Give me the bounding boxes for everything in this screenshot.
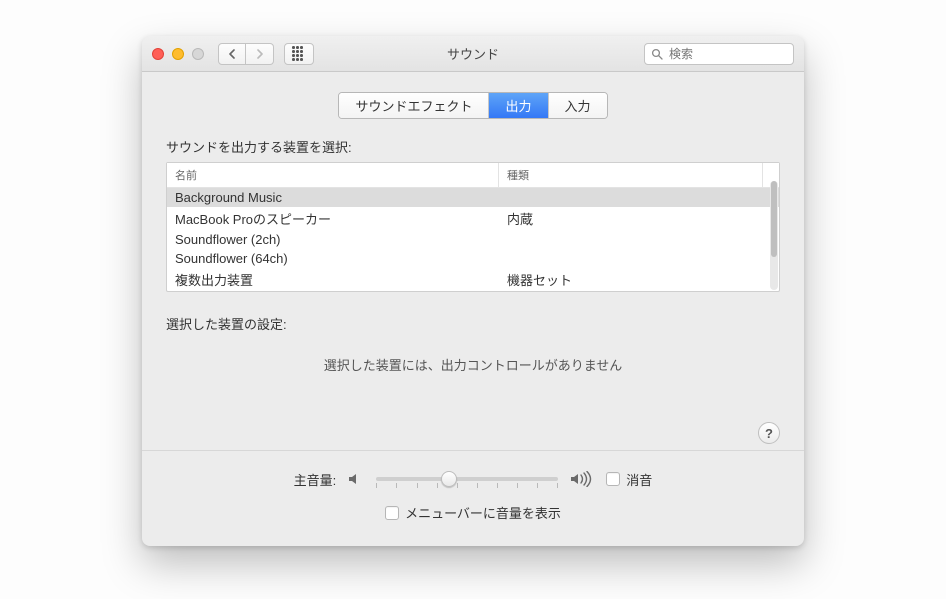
master-volume-slider[interactable] [376,469,558,489]
system-preferences-window: サウンド サウンドエフェクト 出力 入力 サウンドを出力する装置を選択: 名前 … [142,36,804,546]
table-row[interactable]: MacBook Proのスピーカー内蔵 [167,207,779,230]
show-all-button[interactable] [284,43,314,65]
window-controls [152,48,204,60]
col-name[interactable]: 名前 [167,163,499,187]
device-type [499,230,779,249]
mute-checkbox[interactable] [606,472,620,486]
mute-label: 消音 [626,470,652,489]
selected-device-settings-label: 選択した装置の設定: [166,314,780,333]
minimize-button[interactable] [172,48,184,60]
tab-bar: サウンドエフェクト 出力 入力 [338,92,607,119]
chevron-right-icon [256,49,264,59]
device-type: 機器セット [499,268,779,291]
help-button[interactable]: ? [758,422,780,444]
device-name: Background Music [167,188,499,207]
search-icon [651,48,663,60]
table-header: 名前 種類 [167,163,779,188]
tab-output[interactable]: 出力 [489,93,548,118]
show-in-menubar-checkbox[interactable] [385,506,399,520]
slider-ticks [376,483,558,488]
device-name: MacBook Proのスピーカー [167,207,499,230]
table-row[interactable]: Background Music [167,188,779,207]
master-volume-row: 主音量: 消音 [166,469,780,489]
table-row[interactable]: 複数出力装置機器セット [167,268,779,291]
chevron-left-icon [228,49,236,59]
device-table: 名前 種類 Background MusicMacBook Proのスピーカー内… [166,162,780,292]
table-row[interactable]: Soundflower (64ch) [167,249,779,268]
slider-thumb[interactable] [441,471,457,487]
back-button[interactable] [218,43,246,65]
slider-track [376,477,558,481]
table-row[interactable]: Soundflower (2ch) [167,230,779,249]
grid-icon [292,46,306,61]
search-input[interactable] [667,46,787,62]
content: サウンドエフェクト 出力 入力 サウンドを出力する装置を選択: 名前 種類 Ba… [142,72,804,546]
table-body: Background MusicMacBook Proのスピーカー内蔵Sound… [167,188,779,291]
zoom-button-disabled [192,48,204,60]
no-output-controls-text: 選択した装置には、出力コントロールがありません [166,355,780,374]
device-type [499,249,779,268]
show-in-menubar-label: メニューバーに音量を表示 [405,503,561,522]
forward-button[interactable] [246,43,274,65]
speaker-low-icon [348,472,364,486]
scrollbar-thumb[interactable] [771,181,777,257]
col-type[interactable]: 種類 [499,163,763,187]
master-volume-label: 主音量: [294,470,337,489]
select-output-label: サウンドを出力する装置を選択: [166,137,780,156]
titlebar: サウンド [142,36,804,72]
tab-sound-effects[interactable]: サウンドエフェクト [339,93,489,118]
help-icon: ? [765,426,773,441]
device-type [499,188,779,207]
device-name: Soundflower (2ch) [167,230,499,249]
speaker-high-icon [570,471,594,487]
search-field[interactable] [644,43,794,65]
device-name: 複数出力装置 [167,268,499,291]
device-type: 内蔵 [499,207,779,230]
device-name: Soundflower (64ch) [167,249,499,268]
window-title: サウンド [447,44,499,63]
close-button[interactable] [152,48,164,60]
scrollbar[interactable] [770,181,778,290]
divider [142,450,804,451]
nav-buttons [218,43,274,65]
tab-input[interactable]: 入力 [549,93,607,118]
